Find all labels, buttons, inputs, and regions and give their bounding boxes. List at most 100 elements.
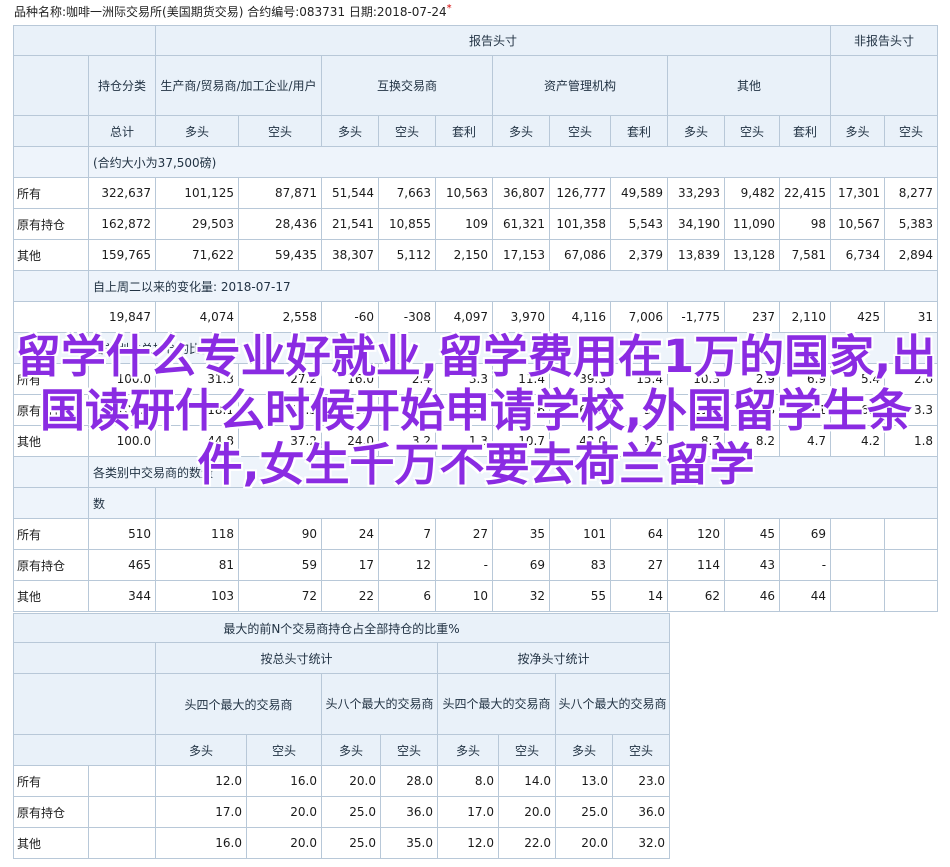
t2-header-row-3: 多头 空头 多头 空头 多头 空头 多头 空头 (13, 734, 671, 766)
value-cell: 36,807 (492, 177, 550, 209)
long-header: 多头 (492, 115, 550, 147)
value-cell: 15.4 (610, 363, 668, 395)
row-label: 所有 (13, 765, 89, 797)
change-cell: 4,116 (549, 301, 611, 333)
change-cell: 7,006 (610, 301, 668, 333)
value-cell: 3.3 (884, 394, 939, 426)
net-header: 按净头寸统计 (436, 642, 671, 674)
ratio-cell: 22.0 (498, 827, 556, 859)
gross-header: 按总头寸统计 (155, 642, 438, 674)
value-cell: 2,150 (435, 239, 493, 271)
long-header: 多头 (667, 115, 725, 147)
long-header: 多头 (321, 115, 379, 147)
value-cell: 81 (155, 549, 239, 581)
value-cell (830, 580, 886, 612)
spread-header: 套利 (610, 115, 668, 147)
value-cell: 27 (610, 549, 668, 581)
header-blank (13, 673, 156, 735)
value-cell: 46 (724, 580, 780, 612)
value-cell: 4.2 (830, 425, 886, 457)
spread-header: 套利 (435, 115, 493, 147)
ratio-cell: 17.0 (155, 796, 247, 828)
short-header: 空头 (378, 115, 436, 147)
value-cell: 32 (492, 580, 550, 612)
cot-main-table: 报告头寸 非报告头寸 持仓分类 生产商/贸易商/加工企业/用户 互换交易商 资产管理机构其… (13, 25, 939, 612)
value-cell: 18.1 (155, 394, 239, 426)
value-cell: 37.6 (492, 394, 550, 426)
value-cell: 3.3 (435, 363, 493, 395)
value-cell: 13.2 (321, 394, 379, 426)
header-row-1: 报告头寸 非报告头寸 (13, 25, 939, 56)
value-cell: 114 (667, 549, 725, 581)
value-cell: 29,503 (155, 208, 239, 240)
row-label: 原有持仓 (13, 796, 89, 828)
ratio-cell: 25.0 (555, 796, 613, 828)
ratio-cell: 20.0 (555, 827, 613, 859)
value-cell: 39.3 (549, 363, 611, 395)
short-header: 空头 (611, 734, 671, 766)
holding-category-header: 持仓分类 (88, 55, 156, 116)
change-cell: 2,110 (778, 301, 832, 333)
swap-dealers-header: 互换交易商 (321, 55, 493, 116)
producers-header: 生产商/贸易商/加工企业/用户 (155, 55, 322, 116)
change-cell: -308 (378, 301, 436, 333)
note-blank (13, 332, 89, 364)
change-cell: 3,970 (492, 301, 550, 333)
header-row-3: 总计 多头 空头 多头 空头 套利 多头 空头 套利 多头 空头 套利 多头 空头 (13, 115, 939, 147)
data-row: 所有 322,637 101,125 87,871 51,544 7,663 10,563 3… (13, 177, 939, 209)
change-cell: 4,074 (155, 301, 239, 333)
ratio-cell: 35.0 (380, 827, 438, 859)
ratio-cell: 16.0 (246, 765, 322, 797)
data-row: 其他 159,765 71,622 59,435 38,307 5,112 2,150 17,… (13, 239, 939, 271)
value-cell: 5,543 (610, 208, 668, 240)
value-cell: 16.0 (321, 363, 379, 395)
value-cell: 17 (321, 549, 379, 581)
row-label: 所有 (13, 177, 89, 209)
long-header: 多头 (555, 734, 613, 766)
value-cell: 3.4 (610, 394, 668, 426)
value-cell: 62.2 (549, 394, 611, 426)
value-cell: 35 (492, 518, 550, 550)
value-cell: 27 (435, 518, 493, 550)
value-cell: 28,436 (238, 208, 322, 240)
change-cell: -60 (321, 301, 379, 333)
blank-cell (88, 765, 156, 797)
other-reportable-header: 其他 (666, 55, 832, 116)
value-cell: 43 (724, 549, 780, 581)
data-row: 其他 344 103 72 22 6 10 32 55 14 62 46 44 (13, 580, 939, 612)
value-cell: 27.2 (238, 363, 322, 395)
change-cell: 19,847 (88, 301, 156, 333)
net-top8-header: 头八个最大的交易商 (554, 673, 671, 735)
value-cell (830, 549, 886, 581)
header-blank (13, 734, 156, 766)
value-cell: 2,379 (610, 239, 668, 271)
change-cell: 425 (830, 301, 886, 333)
value-cell: 120 (667, 518, 725, 550)
value-cell: 37.2 (238, 425, 322, 457)
value-cell: 6.7 (378, 394, 436, 426)
value-cell: 100.0 (88, 425, 156, 457)
value-cell: 69 (778, 518, 832, 550)
value-cell: 67,086 (549, 239, 611, 271)
row-label: 其他 (13, 425, 89, 457)
blank-cell (88, 827, 156, 859)
value-cell: 2,894 (884, 239, 939, 271)
reportable-header: 报告头寸 (154, 25, 832, 56)
net-top4-header: 头四个最大的交易商 (437, 673, 556, 735)
ratio-cell: 32.0 (611, 827, 671, 859)
nonreportable-header: 非报告头寸 (830, 25, 939, 56)
managed-money-header: 资产管理机构 (492, 55, 668, 116)
traders-note-row: 各类别中交易商的数量 (13, 456, 939, 488)
header-mark: * (446, 3, 452, 14)
value-cell: 159,765 (88, 239, 156, 271)
long-header: 多头 (830, 115, 886, 147)
contract-size-note-text: (合约大小为37,500磅) (87, 146, 939, 178)
value-cell: - (435, 549, 493, 581)
value-cell: 8.7 (667, 425, 725, 457)
value-cell: 118 (155, 518, 239, 550)
value-cell: 6,734 (830, 239, 886, 271)
t2-header-row-2: 头四个最大的交易商 头八个最大的交易商 头四个最大的交易商 头八个最大的交易商 (13, 673, 671, 735)
value-cell: 465 (88, 549, 156, 581)
ratio-cell: 8.0 (437, 765, 499, 797)
data-row: 原有持仓 465 81 59 17 12-69 83 27 114 43- (13, 549, 939, 581)
